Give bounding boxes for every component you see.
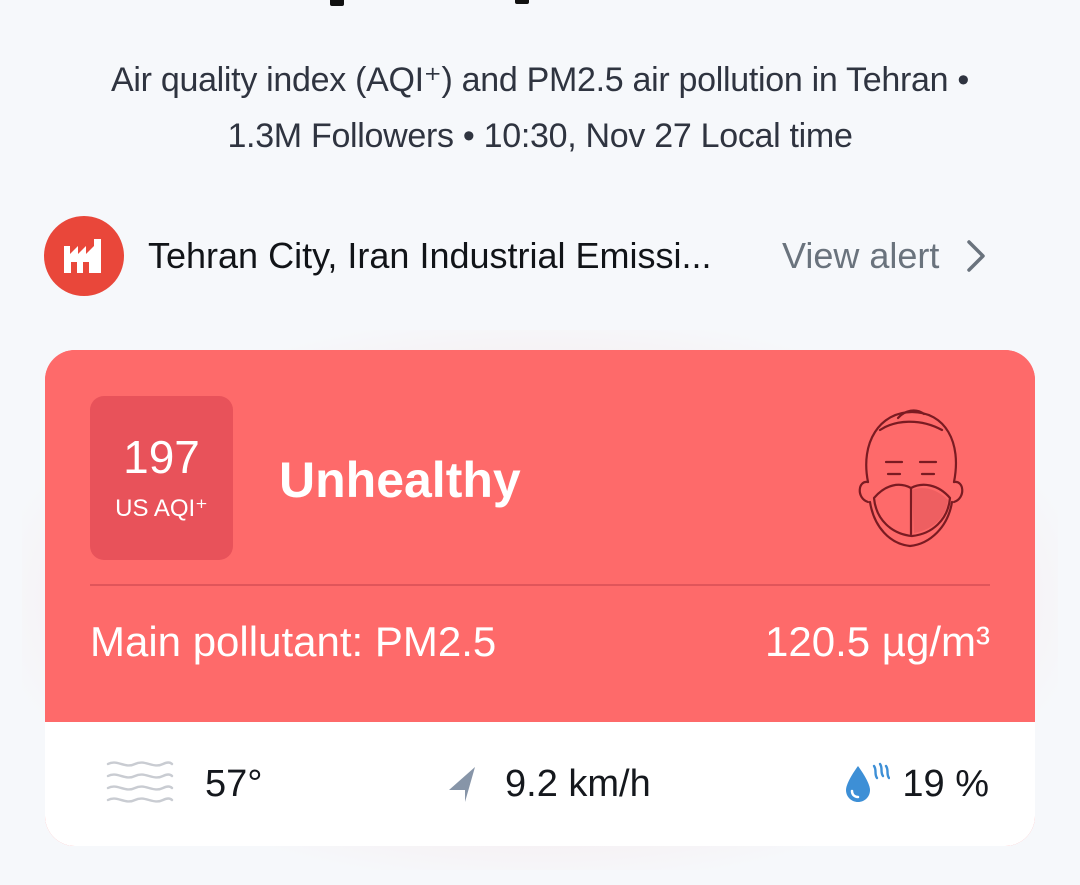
view-alert-link[interactable]: View alert [782,235,939,277]
page-subtitle: Air quality index (AQI⁺) and PM2.5 air p… [40,52,1040,164]
aqi-status: Unhealthy [279,452,521,508]
aqi-badge: 197 US AQI⁺ [90,396,233,560]
humidity-drop-icon [842,762,891,806]
aqi-value: 197 [123,431,200,483]
weather-humidity: 19 % [842,722,989,846]
title-glyph-fragment [330,0,344,6]
humidity-value: 19 % [902,762,989,805]
wind-speed-value: 9.2 km/h [505,762,651,805]
page-title-fragment [310,0,570,10]
subtitle-line-2: 1.3M Followers • 10:30, Nov 27 Local tim… [227,117,853,155]
wind-direction-icon [445,764,479,804]
aqi-card-header: 197 US AQI⁺ Unhealthy Main pollutant: PM… [45,350,1035,722]
chevron-right-icon[interactable] [965,238,991,274]
alert-title: Tehran City, Iran Industrial Emissi... [148,235,712,276]
card-divider [90,584,990,586]
haze-icon [105,756,175,812]
industry-icon [44,216,124,296]
title-glyph-fragment [515,0,529,4]
aqi-unit: US AQI⁺ [115,495,208,522]
aqi-card[interactable]: 197 US AQI⁺ Unhealthy Main pollutant: PM… [45,350,1035,846]
alert-row[interactable]: Tehran City, Iran Industrial Emissi... V… [44,216,1034,296]
weather-strip: 57° 9.2 km/h 19 % [45,722,1035,846]
subtitle-line-1: Air quality index (AQI⁺) and PM2.5 air p… [111,61,969,99]
weather-wind: 9.2 km/h [445,722,651,846]
temperature-value: 57° [205,762,263,805]
pollutant-concentration: 120.5 µg/m³ [765,618,990,665]
weather-temperature: 57° [105,722,262,846]
main-pollutant: Main pollutant: PM2.5 [90,618,497,665]
face-mask-icon [850,402,970,552]
